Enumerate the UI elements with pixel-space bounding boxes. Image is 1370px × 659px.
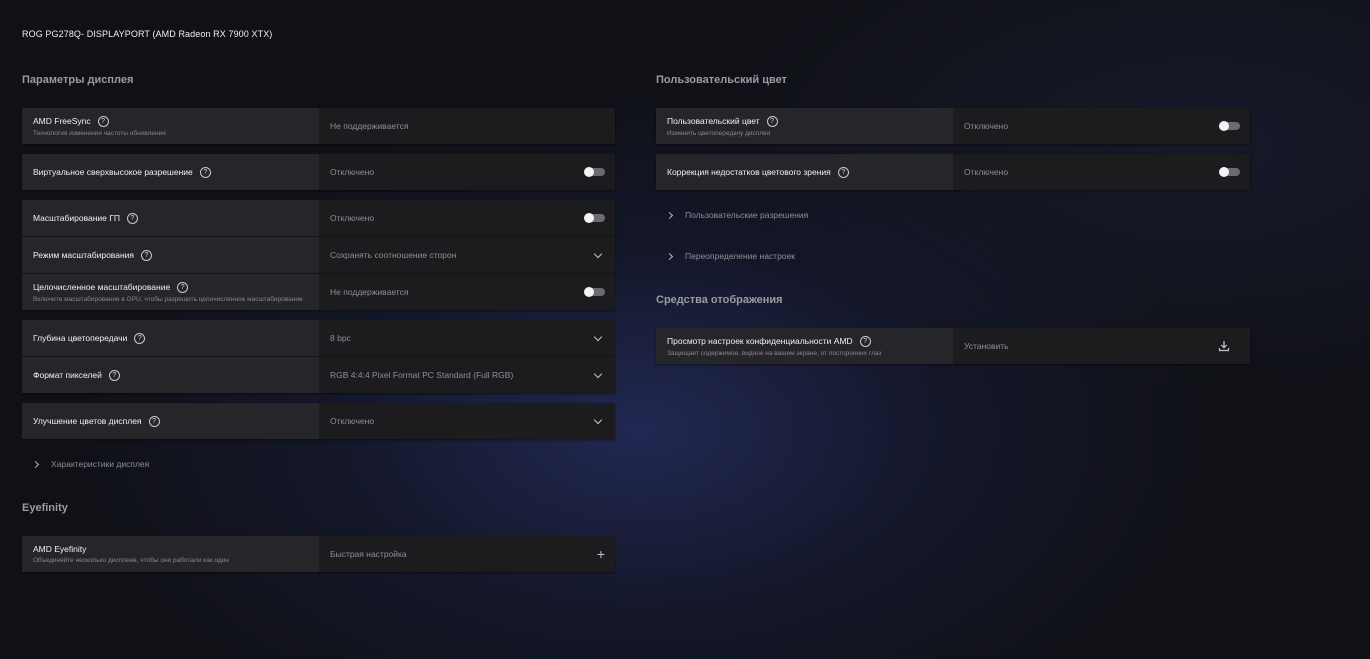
privacy-view-group: Просмотр настроек конфиденциальности AMD… xyxy=(656,328,1250,364)
custom-color-row: Пользовательский цвет? Изменить цветопер… xyxy=(656,108,1250,144)
privacy-view-value: Установить xyxy=(964,341,1009,351)
color-depth-value: 8 bpc xyxy=(330,333,351,343)
scaling-mode-value: Сохранять соотношение сторон xyxy=(330,250,457,260)
freesync-label: AMD FreeSync xyxy=(33,116,91,126)
display-title: ROG PG278Q- DISPLAYPORT (AMD Radeon RX 7… xyxy=(22,29,273,39)
color-depth-dropdown[interactable]: 8 bpc xyxy=(319,320,615,356)
help-icon[interactable]: ? xyxy=(108,369,120,381)
eyefinity-sublabel: Объединяйте несколько дисплеев, чтобы он… xyxy=(33,557,229,564)
color-depth-label: Глубина цветопередачи xyxy=(33,333,128,343)
eyefinity-quick-setup[interactable]: Быстрая настройка + xyxy=(319,536,615,572)
display-specs-label: Характеристики дисплея xyxy=(51,459,150,469)
scaling-mode-label: Режим масштабирования xyxy=(33,250,134,260)
help-icon[interactable]: ? xyxy=(134,332,146,344)
chevron-right-icon xyxy=(665,252,674,260)
display-specs-expander[interactable]: Характеристики дисплея xyxy=(31,459,150,469)
vsr-label: Виртуальное сверхвысокое разрешение xyxy=(33,167,193,177)
integer-scaling-sublabel: Включите масштабирование в GPU, чтобы ра… xyxy=(33,295,303,303)
color-enhance-dropdown[interactable]: Отключено xyxy=(319,403,615,439)
custom-color-sublabel: Изменить цветопередачу дисплея xyxy=(667,129,771,137)
color-blind-group: Коррекция недостатков цветового зрения? … xyxy=(656,154,1250,190)
gpu-scaling-toggle[interactable] xyxy=(584,213,605,223)
color-blind-label: Коррекция недостатков цветового зрения xyxy=(667,167,831,177)
color-blind-toggle[interactable] xyxy=(1219,167,1240,177)
eyefinity-row: AMD Eyefinity Объединяйте несколько дисп… xyxy=(22,536,615,572)
scaling-group: Масштабирование ГП? Отключено Режим масш… xyxy=(22,200,615,310)
color-enhance-label: Улучшение цветов дисплея xyxy=(33,416,142,426)
chevron-right-icon xyxy=(31,460,40,468)
help-icon[interactable]: ? xyxy=(126,212,138,224)
chevron-down-icon xyxy=(593,249,603,258)
custom-color-group: Пользовательский цвет? Изменить цветопер… xyxy=(656,108,1250,144)
color-blind-row: Коррекция недостатков цветового зрения? … xyxy=(656,154,1250,190)
integer-scaling-row: Целочисленное масштабирование? Включите … xyxy=(22,273,615,310)
help-icon[interactable]: ? xyxy=(148,415,160,427)
chevron-down-icon xyxy=(593,369,603,378)
pixel-format-row: Формат пикселей? RGB 4:4:4 Pixel Format … xyxy=(22,356,615,393)
custom-color-toggle[interactable] xyxy=(1219,121,1240,131)
freesync-row: AMD FreeSync? Технология изменения часто… xyxy=(22,108,615,144)
vsr-toggle[interactable] xyxy=(584,167,605,177)
eyefinity-value: Быстрая настройка xyxy=(330,549,407,559)
section-title-eyefinity: Eyefinity xyxy=(22,502,68,514)
eyefinity-group: AMD Eyefinity Объединяйте несколько дисп… xyxy=(22,536,615,572)
freesync-sublabel: Технология изменения частоты обновления xyxy=(33,129,166,137)
help-icon[interactable]: ? xyxy=(859,335,871,347)
color-blind-value: Отключено xyxy=(964,167,1009,177)
help-icon[interactable]: ? xyxy=(837,166,849,178)
custom-resolutions-label: Пользовательские разрешения xyxy=(685,210,809,220)
freesync-group: AMD FreeSync? Технология изменения часто… xyxy=(22,108,615,144)
chevron-down-icon xyxy=(593,415,603,424)
privacy-view-label: Просмотр настроек конфиденциальности AMD xyxy=(667,336,853,346)
section-title-display-params: Параметры дисплея xyxy=(22,74,134,86)
integer-scaling-toggle[interactable] xyxy=(584,287,605,297)
help-icon[interactable]: ? xyxy=(199,166,211,178)
scaling-mode-dropdown[interactable]: Сохранять соотношение сторон xyxy=(319,237,615,273)
chevron-right-icon xyxy=(665,211,674,219)
color-enhance-value: Отключено xyxy=(330,416,375,426)
help-icon[interactable]: ? xyxy=(766,115,778,127)
pixel-format-value: RGB 4:4:4 Pixel Format PC Standard (Full… xyxy=(330,370,514,380)
scaling-mode-row: Режим масштабирования? Сохранять соотнош… xyxy=(22,236,615,273)
override-label: Переопределение настроек xyxy=(685,251,795,261)
custom-color-value: Отключено xyxy=(964,121,1009,131)
freesync-value-cell: Не поддерживается xyxy=(319,108,615,144)
gpu-scaling-row: Масштабирование ГП? Отключено xyxy=(22,200,615,236)
help-icon[interactable]: ? xyxy=(97,115,109,127)
gpu-scaling-value: Отключено xyxy=(330,213,375,223)
privacy-view-install[interactable]: Установить xyxy=(953,328,1250,364)
pixel-format-label: Формат пикселей xyxy=(33,370,102,380)
color-depth-row: Глубина цветопередачи? 8 bpc xyxy=(22,320,615,356)
section-title-display-tools: Средства отображения xyxy=(656,294,783,306)
eyefinity-label: AMD Eyefinity xyxy=(33,544,87,554)
privacy-view-row: Просмотр настроек конфиденциальности AMD… xyxy=(656,328,1250,364)
vsr-row: Виртуальное сверхвысокое разрешение? Отк… xyxy=(22,154,615,190)
color-enhance-group: Улучшение цветов дисплея? Отключено xyxy=(22,403,615,439)
help-icon[interactable]: ? xyxy=(141,249,152,261)
override-expander[interactable]: Переопределение настроек xyxy=(665,251,795,261)
integer-scaling-label: Целочисленное масштабирование xyxy=(33,282,171,292)
help-icon[interactable]: ? xyxy=(177,281,189,293)
pixel-format-dropdown[interactable]: RGB 4:4:4 Pixel Format PC Standard (Full… xyxy=(319,357,615,393)
section-title-custom-color: Пользовательский цвет xyxy=(656,74,787,86)
custom-color-label: Пользовательский цвет xyxy=(667,116,760,126)
plus-icon[interactable]: + xyxy=(597,547,605,561)
gpu-scaling-label: Масштабирование ГП xyxy=(33,213,120,223)
vsr-group: Виртуальное сверхвысокое разрешение? Отк… xyxy=(22,154,615,190)
download-icon[interactable] xyxy=(1218,340,1230,352)
custom-resolutions-expander[interactable]: Пользовательские разрешения xyxy=(665,210,809,220)
color-group: Глубина цветопередачи? 8 bpc Формат пикс… xyxy=(22,320,615,393)
integer-scaling-value: Не поддерживается xyxy=(330,287,409,297)
freesync-value: Не поддерживается xyxy=(330,121,409,131)
chevron-down-icon xyxy=(593,332,603,341)
vsr-value: Отключено xyxy=(330,167,375,177)
color-enhance-row: Улучшение цветов дисплея? Отключено xyxy=(22,403,615,439)
privacy-view-sublabel: Защищает содержимое, видное на вашем экр… xyxy=(667,349,882,357)
